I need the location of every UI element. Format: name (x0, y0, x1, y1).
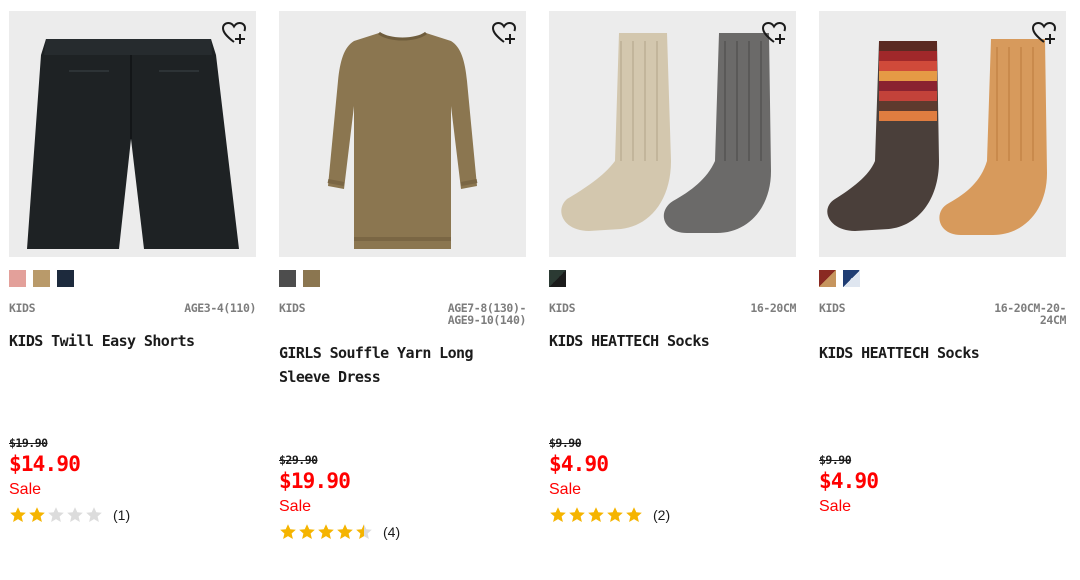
review-count[interactable]: (1) (113, 507, 130, 523)
color-swatch[interactable] (9, 270, 26, 287)
product-name[interactable]: KIDS HEATTECH Socks (549, 329, 796, 353)
star-empty-icon (67, 507, 83, 522)
product-name[interactable]: KIDS Twill Easy Shorts (9, 329, 256, 353)
product-category: KIDS (279, 301, 306, 315)
shorts-image (27, 39, 239, 249)
product-card[interactable]: KIDS AGE3-4(110) KIDS Twill Easy Shorts … (9, 11, 256, 523)
heart-plus-icon (1031, 21, 1057, 44)
product-image[interactable] (9, 11, 256, 257)
wishlist-button[interactable] (1030, 19, 1058, 47)
sale-price: $14.90 (9, 452, 81, 476)
sale-label: Sale (9, 481, 42, 498)
star-empty-icon (86, 507, 102, 522)
rating: (2) (549, 505, 670, 525)
product-card[interactable]: KIDS 16-20CM KIDS HEATTECH Socks $9.90 $… (549, 11, 796, 523)
wishlist-button[interactable] (760, 19, 788, 47)
product-image[interactable] (819, 11, 1066, 257)
star-filled-icon (299, 524, 315, 539)
original-price: $19.90 (9, 436, 48, 450)
product-grid: KIDS AGE3-4(110) KIDS Twill Easy Shorts … (9, 11, 1066, 540)
color-swatch[interactable] (303, 270, 320, 287)
heart-plus-icon (761, 21, 787, 44)
star-filled-icon (607, 507, 623, 522)
color-swatch[interactable] (57, 270, 74, 287)
sale-price: $19.90 (279, 469, 351, 493)
star-filled-icon (588, 507, 604, 522)
dress-image (327, 31, 478, 249)
product-name[interactable]: GIRLS Souffle Yarn Long Sleeve Dress (279, 341, 526, 389)
star-filled-icon (10, 507, 26, 522)
color-swatch[interactable] (279, 270, 296, 287)
color-swatches (9, 270, 256, 287)
color-swatch[interactable] (549, 270, 566, 287)
product-size: 16-20CM-20- 24CM (994, 301, 1066, 327)
star-filled-icon (626, 507, 642, 522)
star-filled-icon (550, 507, 566, 522)
star-empty-icon (48, 507, 64, 522)
price-block: $19.90 $14.90 Sale (1) (9, 436, 130, 525)
socks-image (561, 33, 771, 233)
product-category: KIDS (819, 301, 846, 315)
star-filled-icon (337, 524, 353, 539)
product-image[interactable] (279, 11, 526, 257)
star-rating (9, 506, 103, 524)
product-size: 16-20CM (750, 301, 796, 315)
price-block: $9.90 $4.90 Sale (819, 453, 879, 517)
sale-label: Sale (279, 498, 312, 515)
review-count[interactable]: (2) (653, 507, 670, 523)
rating: (4) (279, 522, 400, 542)
star-rating (279, 523, 373, 541)
color-swatches (819, 270, 1066, 287)
socks-image (827, 39, 1047, 235)
sale-label: Sale (549, 481, 582, 498)
wishlist-button[interactable] (220, 19, 248, 47)
product-card[interactable]: KIDS 16-20CM-20- 24CM KIDS HEATTECH Sock… (819, 11, 1066, 515)
star-filled-icon (29, 507, 45, 522)
wishlist-button[interactable] (490, 19, 518, 47)
star-half-icon (356, 524, 372, 539)
color-swatch[interactable] (843, 270, 860, 287)
original-price: $29.90 (279, 453, 318, 467)
sale-price: $4.90 (549, 452, 609, 476)
heart-plus-icon (491, 21, 517, 44)
price-block: $29.90 $19.90 Sale (4) (279, 453, 400, 542)
sale-price: $4.90 (819, 469, 879, 493)
product-image[interactable] (549, 11, 796, 257)
color-swatches (279, 270, 526, 287)
product-name[interactable]: KIDS HEATTECH Socks (819, 341, 1066, 365)
color-swatches (549, 270, 796, 287)
product-size: AGE3-4(110) (184, 301, 256, 315)
product-category: KIDS (9, 301, 36, 315)
product-size: AGE7-8(130)- AGE9-10(140) (447, 301, 527, 327)
heart-plus-icon (221, 21, 247, 44)
color-swatch[interactable] (819, 270, 836, 287)
original-price: $9.90 (819, 453, 852, 467)
sale-label: Sale (819, 498, 852, 515)
review-count[interactable]: (4) (383, 524, 400, 540)
original-price: $9.90 (549, 436, 582, 450)
star-filled-icon (318, 524, 334, 539)
star-filled-icon (569, 507, 585, 522)
rating: (1) (9, 505, 130, 525)
product-category: KIDS (549, 301, 576, 315)
color-swatch[interactable] (33, 270, 50, 287)
star-rating (549, 506, 643, 524)
star-filled-icon (280, 524, 296, 539)
product-card[interactable]: KIDS AGE7-8(130)- AGE9-10(140) GIRLS Sou… (279, 11, 527, 540)
price-block: $9.90 $4.90 Sale (2) (549, 436, 670, 525)
